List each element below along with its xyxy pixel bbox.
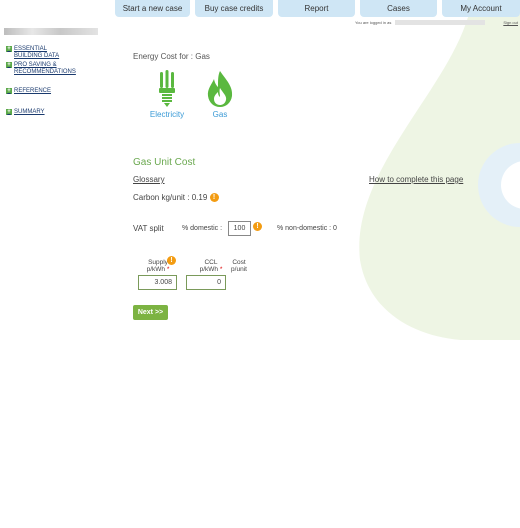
plus-icon: + bbox=[6, 62, 12, 68]
info-icon[interactable]: ! bbox=[209, 193, 219, 202]
supply-label-line2: p/kWh bbox=[146, 266, 166, 273]
supply-input[interactable]: 3.008 bbox=[138, 275, 177, 290]
sidebar-item-label: SUMMARY bbox=[14, 108, 45, 115]
glossary-link[interactable]: Glossary bbox=[133, 175, 165, 184]
sidebar-item-essential-building-data[interactable]: + ESSENTIAL BUILDING DATA bbox=[6, 46, 116, 59]
sidebar-item-label: PRO SAVING & bbox=[14, 62, 57, 68]
how-to-complete-link[interactable]: How to complete this page bbox=[369, 175, 463, 184]
next-button[interactable]: Next >> bbox=[133, 305, 168, 320]
sidebar-item-summary[interactable]: + SUMMARY bbox=[6, 108, 116, 116]
nav-start-new-case[interactable]: Start a new case bbox=[115, 0, 190, 17]
cost-label-line1: Cost bbox=[232, 259, 246, 266]
ccl-label-line1: CCL bbox=[204, 259, 218, 266]
user-bar: You are logged in as Sign out bbox=[355, 20, 518, 28]
nav-report[interactable]: Report bbox=[278, 0, 355, 17]
supply-label-line1: Supply bbox=[148, 259, 168, 266]
info-icon[interactable]: ! bbox=[253, 222, 262, 231]
electricity-option[interactable]: Electricity bbox=[147, 70, 187, 119]
vat-domestic-input[interactable]: 100 bbox=[228, 221, 251, 236]
sidebar-item-pro-saving[interactable]: + PRO SAVING & RECOMMENDATIONS bbox=[6, 62, 116, 75]
vat-nondomestic-label: % non-domestic : 0 bbox=[277, 225, 337, 232]
ccl-column-label: CCL p/kWh * bbox=[193, 259, 229, 273]
logo-redacted bbox=[4, 28, 98, 35]
flame-icon bbox=[207, 71, 233, 107]
required-star: * bbox=[219, 266, 223, 273]
plus-icon: + bbox=[6, 46, 12, 52]
vat-domestic-label: % domestic : bbox=[182, 225, 223, 232]
energy-cost-title: Energy Cost for : Gas bbox=[133, 52, 210, 61]
carbon-row: Carbon kg/unit : 0.19 ! bbox=[133, 193, 219, 202]
sidebar-item-label: RECOMMENDATIONS bbox=[14, 68, 76, 75]
plus-icon: + bbox=[6, 88, 12, 94]
sidebar-item-reference[interactable]: + REFERENCE bbox=[6, 88, 116, 95]
section-title: Gas Unit Cost bbox=[133, 157, 196, 168]
top-nav: Start a new case Buy case credits Report… bbox=[115, 0, 520, 17]
nav-buy-case-credits[interactable]: Buy case credits bbox=[195, 0, 273, 17]
vat-split-label: VAT split bbox=[133, 224, 164, 233]
plus-icon: + bbox=[6, 108, 12, 115]
cost-column-label: Cost p/unit bbox=[227, 259, 251, 273]
cost-label-line2: p/unit bbox=[231, 266, 247, 273]
logged-in-label: You are logged in as bbox=[355, 20, 392, 25]
bulb-icon bbox=[159, 70, 175, 107]
sidebar-item-label: REFERENCE bbox=[14, 88, 52, 94]
nav-cases[interactable]: Cases bbox=[360, 0, 437, 17]
ccl-label-line2: p/kWh bbox=[199, 266, 219, 273]
gas-label: Gas bbox=[212, 110, 228, 119]
info-icon[interactable]: ! bbox=[167, 256, 176, 265]
nav-my-account[interactable]: My Account bbox=[442, 0, 520, 17]
carbon-label: Carbon kg/unit : 0.19 bbox=[133, 193, 208, 202]
sidebar-item-label: ESSENTIAL bbox=[14, 46, 48, 52]
username-redacted bbox=[395, 20, 486, 26]
required-star: * bbox=[166, 266, 170, 273]
sidebar: + ESSENTIAL BUILDING DATA + PRO SAVING & R… bbox=[6, 46, 116, 115]
electricity-label: Electricity bbox=[149, 110, 185, 119]
sign-out-link[interactable]: Sign out bbox=[503, 20, 518, 25]
ccl-input[interactable]: 0 bbox=[186, 275, 226, 290]
sidebar-item-label: BUILDING DATA bbox=[14, 52, 60, 59]
gas-option[interactable]: Gas bbox=[200, 70, 240, 119]
